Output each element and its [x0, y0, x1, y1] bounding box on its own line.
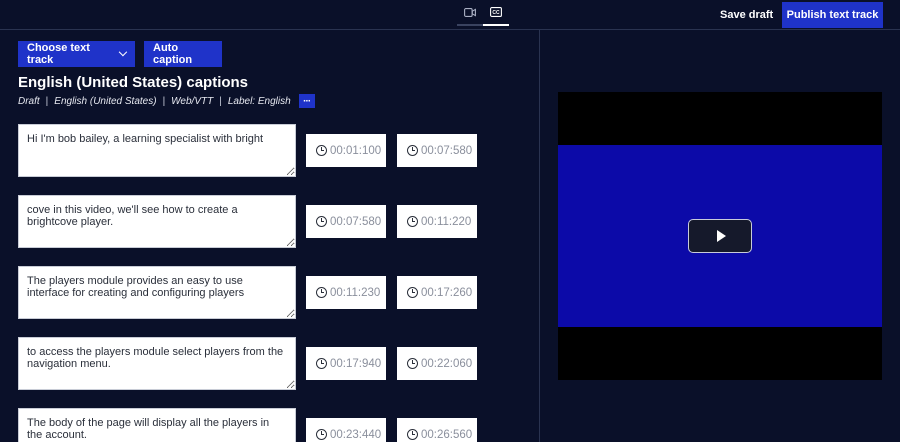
cue-end-value: 00:17:260: [421, 286, 473, 299]
clock-icon: [316, 358, 327, 369]
svg-text:CC: CC: [492, 10, 500, 16]
video-camera-icon: [464, 7, 476, 17]
cue-text-input[interactable]: cove in this video, we'll see how to cre…: [18, 195, 296, 248]
captions-view-tab[interactable]: CC: [483, 0, 509, 26]
cue-start-value: 00:07:580: [330, 215, 382, 228]
track-meta: Draft | English (United States) | Web/VT…: [18, 94, 315, 108]
cue-start-time[interactable]: 00:07:580: [306, 205, 386, 238]
clock-icon: [407, 216, 418, 227]
video-player[interactable]: [558, 92, 882, 380]
cue-list: Hi I'm bob bailey, a learning specialist…: [18, 124, 488, 442]
cue-start-time[interactable]: 00:23:440: [306, 418, 386, 442]
save-draft-button[interactable]: Save draft: [712, 4, 781, 26]
clock-icon: [316, 429, 327, 440]
track-language: English (United States): [54, 95, 157, 107]
cue-row: The players module provides an easy to u…: [18, 266, 488, 320]
cue-text-input[interactable]: Hi I'm bob bailey, a learning specialist…: [18, 124, 296, 177]
cue-start-value: 00:01:100: [330, 144, 382, 157]
track-format: Web/VTT: [171, 95, 214, 107]
track-title: English (United States) captions: [18, 74, 249, 91]
cue-end-time[interactable]: 00:22:060: [397, 347, 477, 380]
clock-icon: [407, 429, 418, 440]
cue-end-value: 00:11:220: [421, 215, 472, 228]
play-icon: [717, 230, 726, 242]
choose-text-track-label: Choose text track: [27, 42, 90, 66]
cue-row: to access the players module select play…: [18, 337, 488, 391]
track-status: Draft: [18, 95, 40, 107]
choose-text-track-button[interactable]: Choose text track: [18, 41, 135, 67]
cue-start-value: 00:17:940: [330, 357, 382, 370]
top-toolbar: CC Save draft Publish text track: [0, 0, 900, 30]
track-label: Label: English: [227, 95, 291, 107]
meta-separator: |: [162, 95, 166, 107]
clock-icon: [316, 145, 327, 156]
cue-text-input[interactable]: to access the players module select play…: [18, 337, 296, 390]
closed-captions-icon: CC: [490, 7, 502, 17]
cue-end-value: 00:07:580: [421, 144, 473, 157]
cue-end-time[interactable]: 00:26:560: [397, 418, 477, 442]
cue-end-value: 00:22:060: [421, 357, 473, 370]
more-options-button[interactable]: ···: [298, 94, 315, 108]
cue-start-time[interactable]: 00:11:230: [306, 276, 386, 309]
cue-start-value: 00:23:440: [330, 428, 382, 441]
panel-divider: [539, 30, 540, 442]
meta-separator: |: [45, 95, 49, 107]
clock-icon: [316, 216, 327, 227]
video-view-tab[interactable]: [457, 0, 483, 26]
cue-end-time[interactable]: 00:17:260: [397, 276, 477, 309]
video-frame: [558, 145, 882, 327]
clock-icon: [316, 287, 327, 298]
cue-start-time[interactable]: 00:17:940: [306, 347, 386, 380]
cue-start-value: 00:11:230: [330, 286, 381, 299]
cue-row: The body of the page will display all th…: [18, 408, 488, 442]
publish-text-track-button[interactable]: Publish text track: [782, 2, 883, 28]
cue-text-input[interactable]: The body of the page will display all th…: [18, 408, 296, 442]
cue-end-value: 00:26:560: [421, 428, 473, 441]
chevron-down-icon: [119, 47, 128, 57]
cue-start-time[interactable]: 00:01:100: [306, 134, 386, 167]
meta-separator: |: [219, 95, 222, 107]
cue-end-time[interactable]: 00:07:580: [397, 134, 477, 167]
play-button[interactable]: [688, 219, 752, 253]
clock-icon: [407, 145, 418, 156]
clock-icon: [407, 287, 418, 298]
cue-row: cove in this video, we'll see how to cre…: [18, 195, 488, 249]
clock-icon: [407, 358, 418, 369]
cue-text-input[interactable]: The players module provides an easy to u…: [18, 266, 296, 319]
auto-caption-button[interactable]: Auto caption: [144, 41, 222, 67]
cue-end-time[interactable]: 00:11:220: [397, 205, 477, 238]
cue-row: Hi I'm bob bailey, a learning specialist…: [18, 124, 488, 178]
